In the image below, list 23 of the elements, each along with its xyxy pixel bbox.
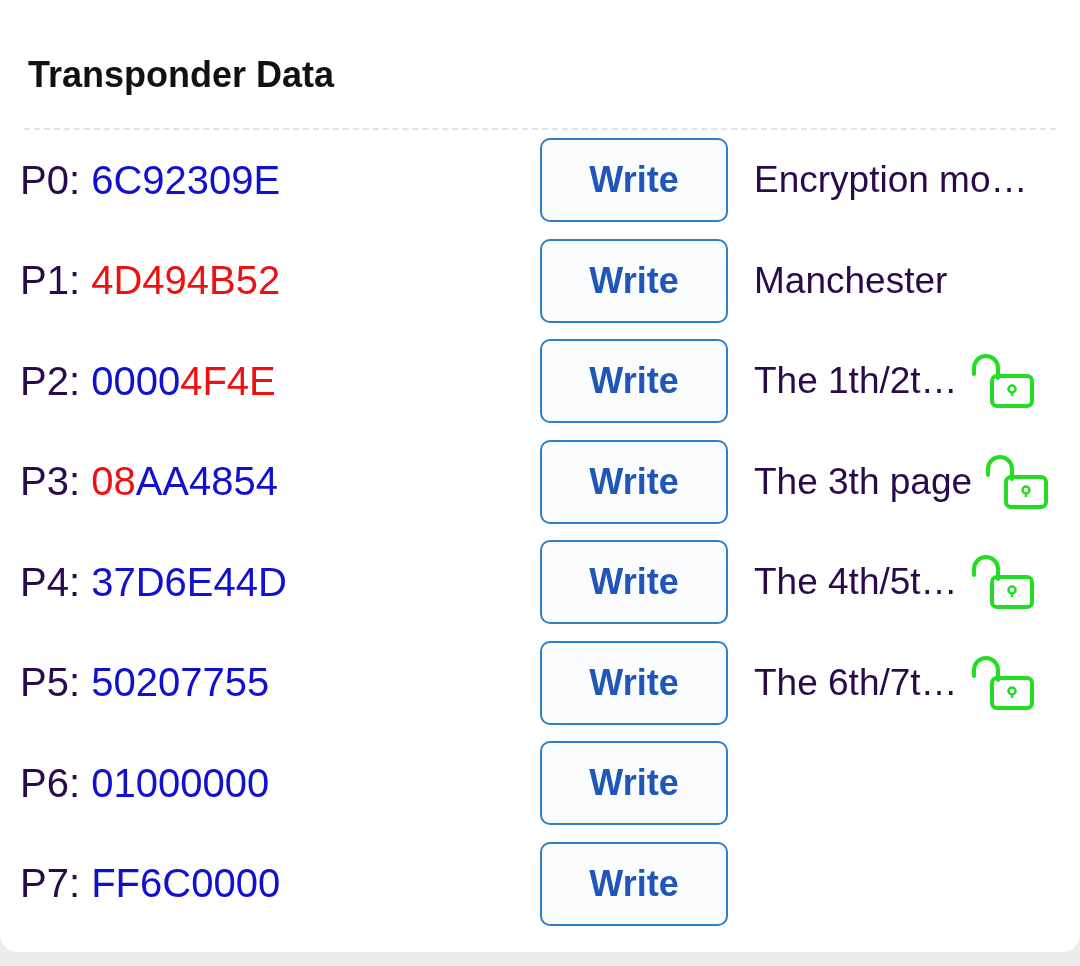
section-title: Transponder Data — [28, 53, 336, 97]
write-button[interactable]: Write — [540, 841, 728, 926]
write-button[interactable]: Write — [540, 540, 728, 625]
page-value: P1: 4D494B52 — [20, 258, 282, 304]
write-button[interactable]: Write — [540, 238, 728, 323]
page-value: P6: 01000000 — [20, 760, 271, 806]
write-button[interactable]: Write — [540, 339, 728, 424]
page-description: The 1th/2t… — [754, 360, 958, 403]
page-description: The 4th/5t… — [754, 561, 958, 604]
page-value: P7: FF6C0000 — [20, 861, 282, 907]
page-value: P0: 6C92309E — [20, 157, 282, 203]
write-button[interactable]: Write — [540, 439, 728, 524]
page-description: The 3th page — [754, 460, 973, 503]
page-description: The 6th/7t… — [754, 661, 958, 704]
write-button[interactable]: Write — [540, 138, 728, 223]
page-description: Manchester — [754, 259, 948, 302]
write-button[interactable]: Write — [540, 640, 728, 725]
page-value: P4: 37D6E44D — [20, 559, 288, 605]
page-value: P3: 08AA4854 — [20, 459, 279, 505]
page-value: P5: 50207755 — [20, 660, 271, 706]
write-button[interactable]: Write — [540, 741, 728, 826]
page-description: Encryption mo… — [754, 159, 1028, 202]
page-value: P2: 00004F4E — [20, 358, 277, 404]
